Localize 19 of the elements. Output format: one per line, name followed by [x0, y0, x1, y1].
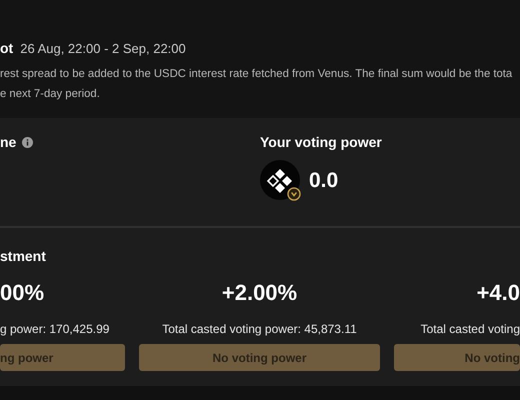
percentage-value: 00% [0, 280, 44, 307]
vote-button[interactable]: ng power [0, 344, 125, 371]
casted-power-text: Total casted voting [420, 322, 520, 336]
voting-power-label: Your voting power [260, 134, 382, 150]
percentage-value: +2.00% [222, 280, 298, 307]
date-range: 26 Aug, 22:00 - 2 Sep, 22:00 [20, 41, 186, 56]
percentage-value: +4.0 [476, 280, 520, 307]
field-label: ne [0, 134, 16, 150]
section-heading: stment [0, 248, 47, 264]
vote-button[interactable]: No voting power [139, 344, 380, 371]
info-icon[interactable] [22, 136, 34, 148]
description-line: rest spread to be added to the USDC interest rate fetched from Venus. The final sum would be the tota [0, 67, 514, 82]
casted-power-text: Total casted voting power: 45,873.11 [162, 322, 357, 336]
token-icon [260, 160, 302, 202]
casted-power-text: g power: 170,425.99 [0, 322, 110, 336]
voting-power-value: 0.0 [309, 169, 338, 193]
section-title: ot [0, 40, 14, 56]
vote-button[interactable]: No voting [394, 344, 520, 371]
description-line: e next 7-day period. [0, 87, 101, 102]
